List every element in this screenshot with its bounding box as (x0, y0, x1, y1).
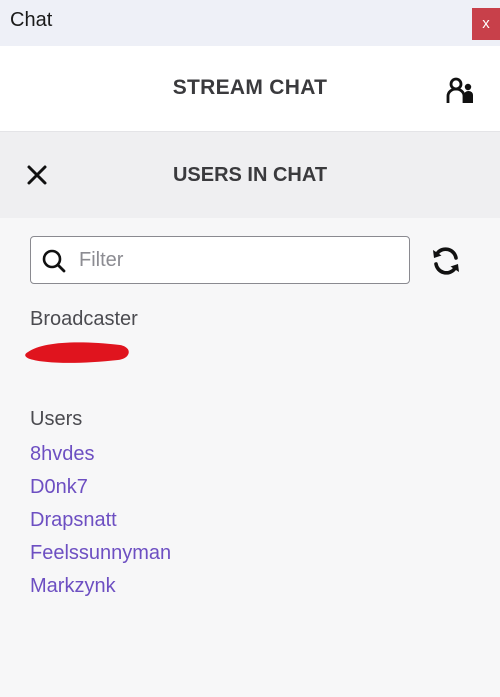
users-in-chat-button[interactable] (444, 74, 478, 108)
search-icon (42, 249, 66, 273)
users-label: Users (30, 408, 83, 430)
refresh-icon (433, 247, 459, 275)
user-list-item[interactable]: Drapsnatt (30, 504, 171, 537)
filter-input[interactable] (79, 237, 399, 283)
window-title: Chat (10, 9, 53, 31)
panel-title: USERS IN CHAT (172, 164, 328, 186)
users-icon (446, 77, 473, 103)
filter-field[interactable] (30, 236, 410, 284)
user-list-item[interactable]: Feelssunnyman (30, 537, 171, 570)
redaction-mark (25, 342, 129, 363)
refresh-button[interactable] (430, 245, 462, 277)
header-title: STREAM CHAT (172, 76, 328, 99)
window-titlebar: Chat x (0, 0, 500, 46)
stream-chat-header: STREAM CHAT (0, 46, 500, 132)
broadcaster-label: Broadcaster (30, 308, 138, 330)
user-list-item[interactable]: 8hvdes (30, 438, 171, 471)
users-in-chat-header: USERS IN CHAT (0, 132, 500, 218)
window-close-button[interactable]: x (472, 8, 500, 40)
user-list: 8hvdes D0nk7 Drapsnatt Feelssunnyman Mar… (30, 438, 171, 603)
user-list-item[interactable]: D0nk7 (30, 471, 171, 504)
user-list-item[interactable]: Markzynk (30, 570, 171, 603)
